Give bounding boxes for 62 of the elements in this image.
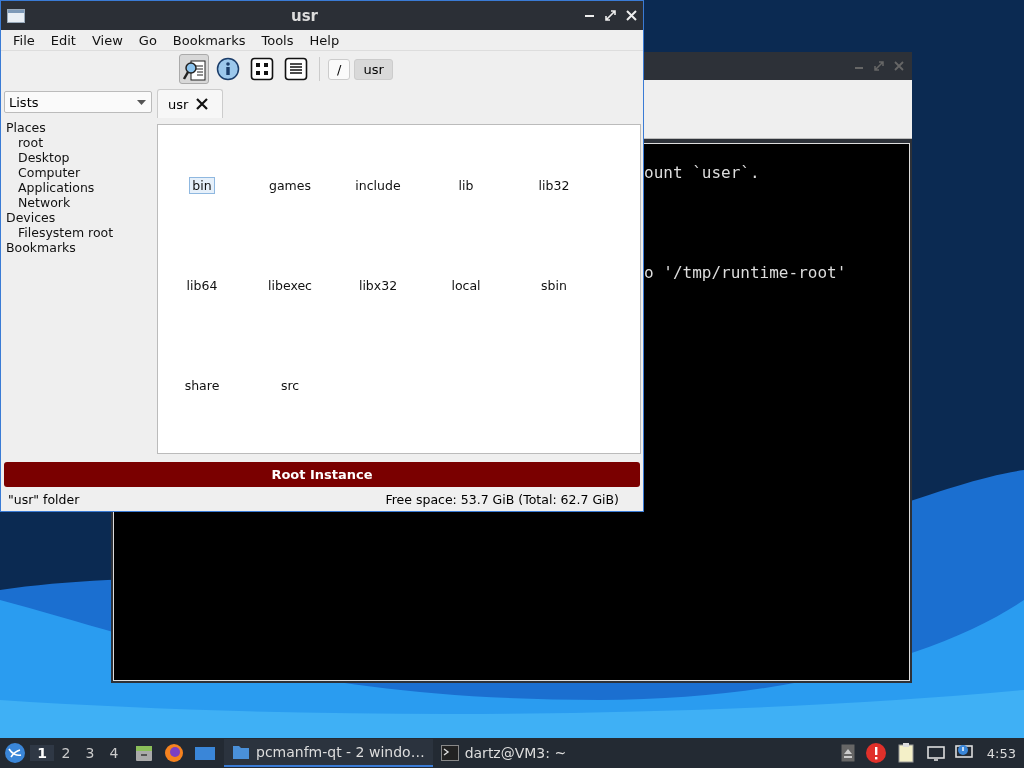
folder-name[interactable]: sbin	[538, 276, 570, 294]
menu-item[interactable]: Go	[130, 32, 165, 48]
terminal-line: o '/tmp/runtime-root'	[644, 262, 848, 284]
desktop-icon[interactable]	[194, 744, 216, 762]
menu-item[interactable]: Help	[301, 32, 348, 48]
menu-item[interactable]: Bookmarks	[164, 32, 254, 48]
monitor-icon[interactable]	[926, 745, 945, 761]
status-text: "usr" folder	[8, 491, 80, 507]
root-instance-banner: Root Instance	[4, 462, 640, 487]
dropdown-arrow-icon	[137, 99, 146, 105]
browser-icon[interactable]	[164, 743, 184, 763]
folder-name[interactable]: games	[266, 176, 314, 194]
taskbar-task[interactable]: pcmanfm-qt - 2 windo…	[224, 739, 433, 767]
folder-name[interactable]: include	[352, 176, 404, 194]
alert-icon[interactable]	[864, 742, 887, 764]
menu-item[interactable]: Tools	[253, 32, 302, 48]
tab[interactable]: usr	[157, 89, 224, 119]
folder-icon	[232, 744, 250, 760]
sidebar-item[interactable]: Places	[6, 120, 154, 135]
path-button[interactable]: /	[328, 58, 351, 80]
preview-icon	[182, 57, 206, 81]
folder-name[interactable]: lib	[455, 176, 477, 194]
terminal-line: ount `user`.	[644, 162, 761, 184]
folder-name[interactable]: libexec	[265, 276, 315, 294]
sidebar-item[interactable]: Filesystem root	[18, 225, 154, 240]
menu-item[interactable]: View	[83, 32, 131, 48]
terminal-icon	[440, 745, 459, 761]
menu-item[interactable]: Edit	[42, 32, 84, 48]
folder-name[interactable]: lib64	[183, 276, 221, 294]
clock: 4:53	[985, 745, 1016, 761]
path-button[interactable]: usr	[354, 58, 393, 80]
close-icon[interactable]	[196, 98, 209, 111]
sidebar-item[interactable]: Network	[18, 195, 154, 210]
free-space-text: Free space: 53.7 GiB (Total: 62.7 GiB)	[385, 491, 619, 507]
workspace-button[interactable]: 3	[78, 745, 102, 761]
icon-view-icon	[250, 57, 274, 81]
folder-name[interactable]: libx32	[355, 276, 401, 294]
sidebar-item[interactable]: Bookmarks	[6, 240, 154, 255]
sidebar-item[interactable]: root	[18, 135, 154, 150]
window-icon	[7, 8, 25, 23]
workspace-button[interactable]: 1	[30, 745, 54, 761]
clipboard-icon[interactable]	[896, 742, 917, 764]
sidebar-item[interactable]: Computer	[18, 165, 154, 180]
eject-icon[interactable]	[840, 744, 855, 762]
sidebar-item[interactable]: Applications	[18, 180, 154, 195]
taskbar-task[interactable]: dartz@VM3: ~	[432, 739, 575, 767]
folder-name[interactable]: bin	[189, 176, 215, 194]
folder-name[interactable]: src	[277, 376, 303, 394]
folder-name[interactable]: local	[448, 276, 484, 294]
info-icon	[216, 57, 240, 81]
file-manager-icon[interactable]	[134, 743, 154, 763]
sidebar-item[interactable]: Devices	[6, 210, 154, 225]
menu-item[interactable]: File	[5, 32, 43, 48]
list-view-icon	[284, 57, 308, 81]
workspace-button[interactable]: 2	[54, 745, 78, 761]
workspace-button[interactable]: 4	[102, 745, 126, 761]
folder-name[interactable]: share	[181, 376, 223, 394]
folder-name[interactable]: lib32	[535, 176, 573, 194]
view-dropdown[interactable]: Lists	[4, 91, 152, 113]
window-title: usr	[290, 6, 319, 25]
sidebar-item[interactable]: Desktop	[18, 150, 154, 165]
toolbar-button[interactable]	[179, 54, 209, 84]
